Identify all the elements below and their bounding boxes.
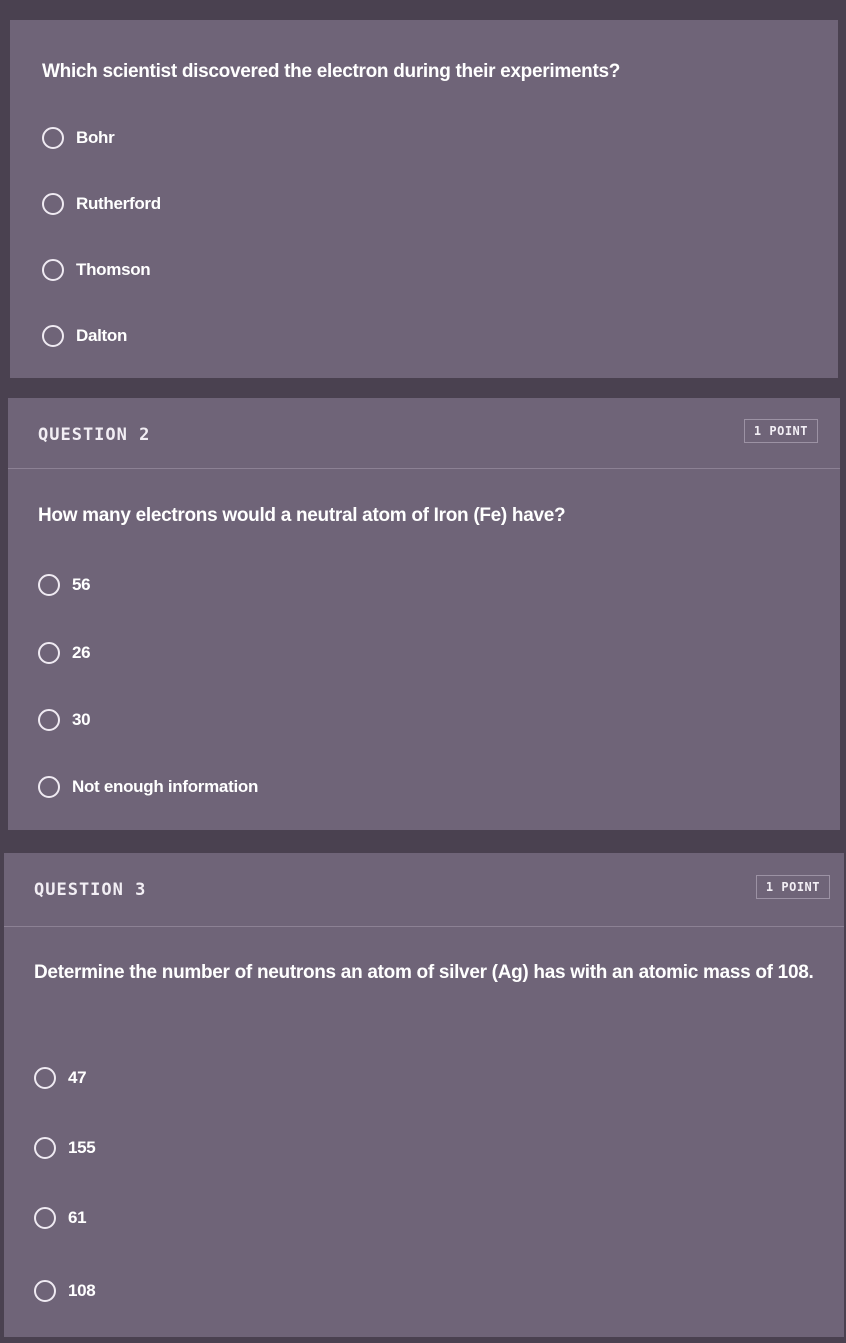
radio-button[interactable] bbox=[42, 193, 64, 215]
radio-button[interactable] bbox=[34, 1067, 56, 1089]
option-label: 108 bbox=[68, 1281, 96, 1300]
question-number: QUESTION 2 bbox=[38, 425, 151, 445]
option-label: 56 bbox=[72, 575, 91, 594]
question-text: How many electrons would a neutral atom … bbox=[38, 505, 566, 526]
option-label: Thomson bbox=[76, 260, 151, 279]
option-thomson[interactable]: Thomson bbox=[42, 255, 151, 285]
option-not-enough-information[interactable]: Not enough information bbox=[38, 772, 258, 802]
question-header: QUESTION 2 1 POINT bbox=[8, 398, 840, 469]
question-text: Which scientist discovered the electron … bbox=[42, 61, 621, 82]
option-label: Not enough information bbox=[72, 777, 259, 796]
option-label: Rutherford bbox=[76, 194, 161, 213]
radio-button[interactable] bbox=[42, 325, 64, 347]
question-number: QUESTION 3 bbox=[34, 880, 147, 900]
radio-button[interactable] bbox=[34, 1280, 56, 1302]
option-label: Dalton bbox=[76, 326, 128, 345]
option-label: Bohr bbox=[76, 128, 115, 147]
option-label: 30 bbox=[72, 710, 91, 729]
option-label: 155 bbox=[68, 1138, 96, 1157]
option-26[interactable]: 26 bbox=[38, 638, 91, 668]
radio-button[interactable] bbox=[42, 127, 64, 149]
option-label: 26 bbox=[72, 643, 91, 662]
option-47[interactable]: 47 bbox=[34, 1063, 87, 1093]
question-card-1: Which scientist discovered the electron … bbox=[10, 20, 838, 378]
option-108[interactable]: 108 bbox=[34, 1276, 96, 1306]
radio-button[interactable] bbox=[38, 642, 60, 664]
question-card-3: QUESTION 3 1 POINT Determine the number … bbox=[4, 853, 844, 1337]
question-header: QUESTION 3 1 POINT bbox=[4, 853, 844, 927]
option-30[interactable]: 30 bbox=[38, 705, 91, 735]
radio-button[interactable] bbox=[38, 574, 60, 596]
radio-button[interactable] bbox=[38, 776, 60, 798]
points-badge: 1 POINT bbox=[755, 875, 830, 899]
option-56[interactable]: 56 bbox=[38, 570, 91, 600]
option-61[interactable]: 61 bbox=[34, 1203, 87, 1233]
radio-button[interactable] bbox=[34, 1207, 56, 1229]
option-bohr[interactable]: Bohr bbox=[42, 123, 115, 153]
question-text: Determine the number of neutrons an atom… bbox=[34, 962, 814, 983]
radio-button[interactable] bbox=[42, 259, 64, 281]
question-card-2: QUESTION 2 1 POINT How many electrons wo… bbox=[8, 398, 840, 830]
option-155[interactable]: 155 bbox=[34, 1133, 96, 1163]
option-rutherford[interactable]: Rutherford bbox=[42, 189, 161, 219]
points-badge: 1 POINT bbox=[743, 419, 818, 443]
option-label: 47 bbox=[68, 1068, 87, 1087]
option-label: 61 bbox=[68, 1208, 87, 1227]
option-dalton[interactable]: Dalton bbox=[42, 321, 127, 351]
radio-button[interactable] bbox=[34, 1137, 56, 1159]
radio-button[interactable] bbox=[38, 709, 60, 731]
